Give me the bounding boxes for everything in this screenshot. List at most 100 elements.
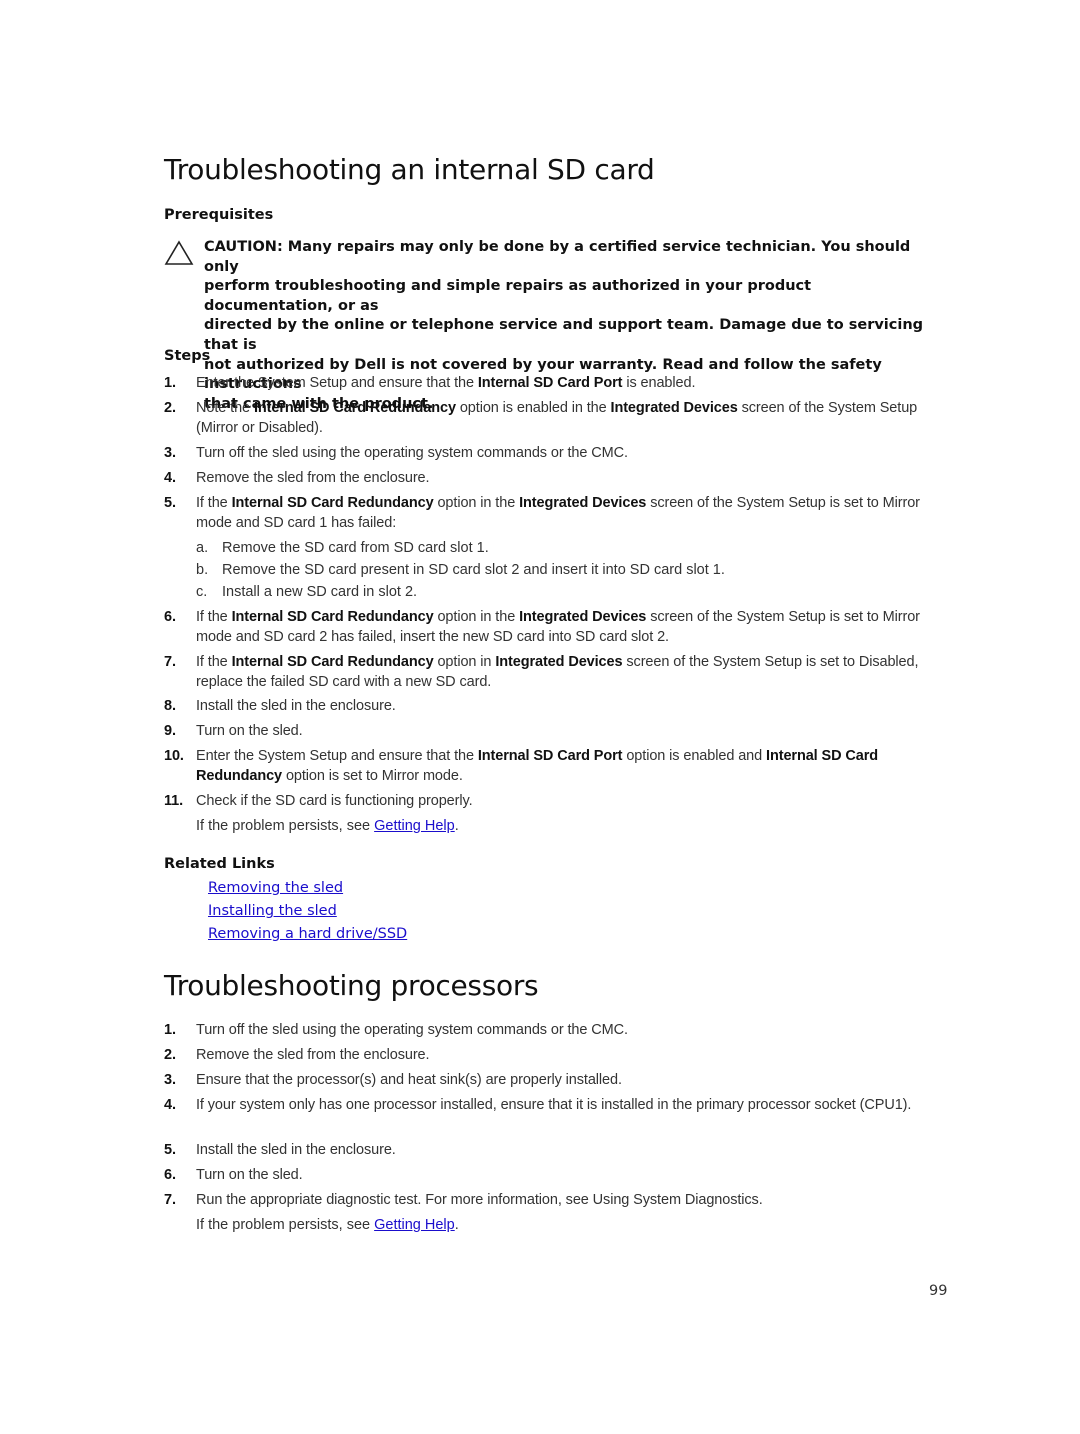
step-text: If the xyxy=(196,609,232,625)
step-number: 1. xyxy=(164,1022,176,1038)
step-body: Check if the SD card is functioning prop… xyxy=(196,792,944,812)
step-body: Remove the sled from the enclosure. xyxy=(196,469,944,489)
ui-term: Integrated Devices xyxy=(519,609,647,625)
step-body: Install the sled in the enclosure. xyxy=(196,1141,944,1161)
step-text: option in the xyxy=(433,495,520,511)
related-link-removing-hard-drive[interactable]: Removing a hard drive/SSD xyxy=(208,926,407,942)
ui-term: Integrated Devices xyxy=(495,654,623,670)
substep-text: Remove the SD card present in SD card sl… xyxy=(222,562,725,578)
page-number: 99 xyxy=(929,1283,948,1299)
step-body: Install the sled in the enclosure. xyxy=(196,697,944,717)
step-number: 5. xyxy=(164,1142,176,1158)
ui-term: Integrated Devices xyxy=(610,400,738,416)
step-number: 3. xyxy=(164,1072,176,1088)
ui-term: Internal SD Card Port xyxy=(477,375,623,391)
step-text: option is enabled and xyxy=(622,748,767,764)
step-body: If the Internal SD Card Redundancy optio… xyxy=(196,653,944,692)
ui-term: Integrated Devices xyxy=(519,495,647,511)
step-number: 6. xyxy=(164,609,176,625)
step-text: Ensure that the processor(s) and heat si… xyxy=(196,1072,622,1088)
related-link-removing-sled[interactable]: Removing the sled xyxy=(208,880,343,896)
step-text: Run the appropriate diagnostic test. For… xyxy=(196,1192,763,1208)
step-number: 7. xyxy=(164,654,176,670)
related-link-item[interactable]: Installing the sled xyxy=(208,902,337,922)
step-number: 8. xyxy=(164,698,176,714)
step-number: 4. xyxy=(164,1097,176,1113)
persist-end: . xyxy=(454,1217,459,1233)
prerequisites-heading: Prerequisites xyxy=(164,207,274,223)
step-text: Install the sled in the enclosure. xyxy=(196,698,396,714)
step-text: Turn on the sled. xyxy=(196,1167,303,1183)
step-number: 1. xyxy=(164,375,176,391)
step-text: If the xyxy=(196,654,232,670)
substep-text: Install a new SD card in slot 2. xyxy=(222,584,418,600)
ui-term: Internal SD Card Redundancy xyxy=(231,654,434,670)
step-body: Turn on the sled. xyxy=(196,1166,944,1186)
getting-help-link[interactable]: Getting Help xyxy=(374,818,455,834)
related-link-item[interactable]: Removing the sled xyxy=(208,879,343,899)
persist-note-1: If the problem persists, see Getting Hel… xyxy=(196,817,459,837)
step-text: Note the xyxy=(196,400,254,416)
caution-line: CAUTION: Many repairs may only be done b… xyxy=(204,239,911,275)
step-number: 4. xyxy=(164,470,176,486)
step-text: Turn off the sled using the operating sy… xyxy=(196,1022,628,1038)
step-body: Enter the System Setup and ensure that t… xyxy=(196,747,944,786)
getting-help-link[interactable]: Getting Help xyxy=(374,1217,455,1233)
persist-note-2: If the problem persists, see Getting Hel… xyxy=(196,1216,459,1236)
step-number: 7. xyxy=(164,1192,176,1208)
substep-text: Remove the SD card from SD card slot 1. xyxy=(222,540,489,556)
step-text: Enter the System Setup and ensure that t… xyxy=(196,375,478,391)
persist-text: If the problem persists, see xyxy=(196,1217,375,1233)
step-body: Turn off the sled using the operating sy… xyxy=(196,1021,944,1041)
step-number: 2. xyxy=(164,1047,176,1063)
step-text: option is enabled in the xyxy=(455,400,611,416)
substep-letter: c. xyxy=(196,584,208,600)
step-text: Enter the System Setup and ensure that t… xyxy=(196,748,478,764)
substep-letter: a. xyxy=(196,540,209,556)
step-body: If the Internal SD Card Redundancy optio… xyxy=(196,608,944,647)
step-text: Turn off the sled using the operating sy… xyxy=(196,445,628,461)
step-text: If the xyxy=(196,495,232,511)
step-text: Install the sled in the enclosure. xyxy=(196,1142,396,1158)
step-body: Enter the System Setup and ensure that t… xyxy=(196,374,944,394)
ui-term: Internal SD Card Redundancy xyxy=(231,609,434,625)
step-body: Ensure that the processor(s) and heat si… xyxy=(196,1071,944,1091)
step-text: option is set to Mirror mode. xyxy=(282,767,463,784)
related-link-installing-sled[interactable]: Installing the sled xyxy=(208,903,337,919)
ui-term: Internal SD Card Redundancy xyxy=(231,495,434,511)
step-number: 5. xyxy=(164,495,176,511)
step-number: 10. xyxy=(164,748,184,764)
caution-line: directed by the online or telephone serv… xyxy=(204,317,924,353)
step-body: Note the Internal SD Card Redundancy opt… xyxy=(196,399,944,438)
step-text: option in the xyxy=(433,609,520,625)
step-body: Turn on the sled. xyxy=(196,722,944,742)
step-number: 6. xyxy=(164,1167,176,1183)
step-number: 2. xyxy=(164,400,176,416)
related-link-item[interactable]: Removing a hard drive/SSD xyxy=(208,925,407,945)
step-body: If the Internal SD Card Redundancy optio… xyxy=(196,494,944,533)
step-body: Run the appropriate diagnostic test. For… xyxy=(196,1191,944,1211)
step-number: 3. xyxy=(164,445,176,461)
section-title-processors: Troubleshooting processors xyxy=(164,969,539,1002)
step-number: 11. xyxy=(164,793,184,809)
step-text: Turn on the sled. xyxy=(196,723,303,739)
step-text: If your system only has one processor in… xyxy=(196,1097,912,1113)
related-links-heading: Related Links xyxy=(164,856,275,872)
step-body: Remove the sled from the enclosure. xyxy=(196,1046,944,1066)
caution-triangle-icon xyxy=(164,240,194,265)
step-text: is enabled. xyxy=(622,375,696,391)
steps-heading: Steps xyxy=(164,348,211,364)
step-text: Remove the sled from the enclosure. xyxy=(196,1047,430,1063)
caution-line: perform troubleshooting and simple repai… xyxy=(204,278,812,314)
ui-term: Internal SD Card Port xyxy=(477,748,623,764)
substep-letter: b. xyxy=(196,562,209,578)
step-number: 9. xyxy=(164,723,176,739)
persist-end: . xyxy=(454,818,459,834)
step-text: Check if the SD card is functioning prop… xyxy=(196,793,473,809)
ui-term: Internal SD Card Redundancy xyxy=(253,400,456,416)
step-text: Remove the sled from the enclosure. xyxy=(196,470,430,486)
step-body: Turn off the sled using the operating sy… xyxy=(196,444,944,464)
step-body: If your system only has one processor in… xyxy=(196,1096,944,1116)
section-title-sd-card: Troubleshooting an internal SD card xyxy=(164,153,655,186)
step-text: option in xyxy=(433,654,496,670)
